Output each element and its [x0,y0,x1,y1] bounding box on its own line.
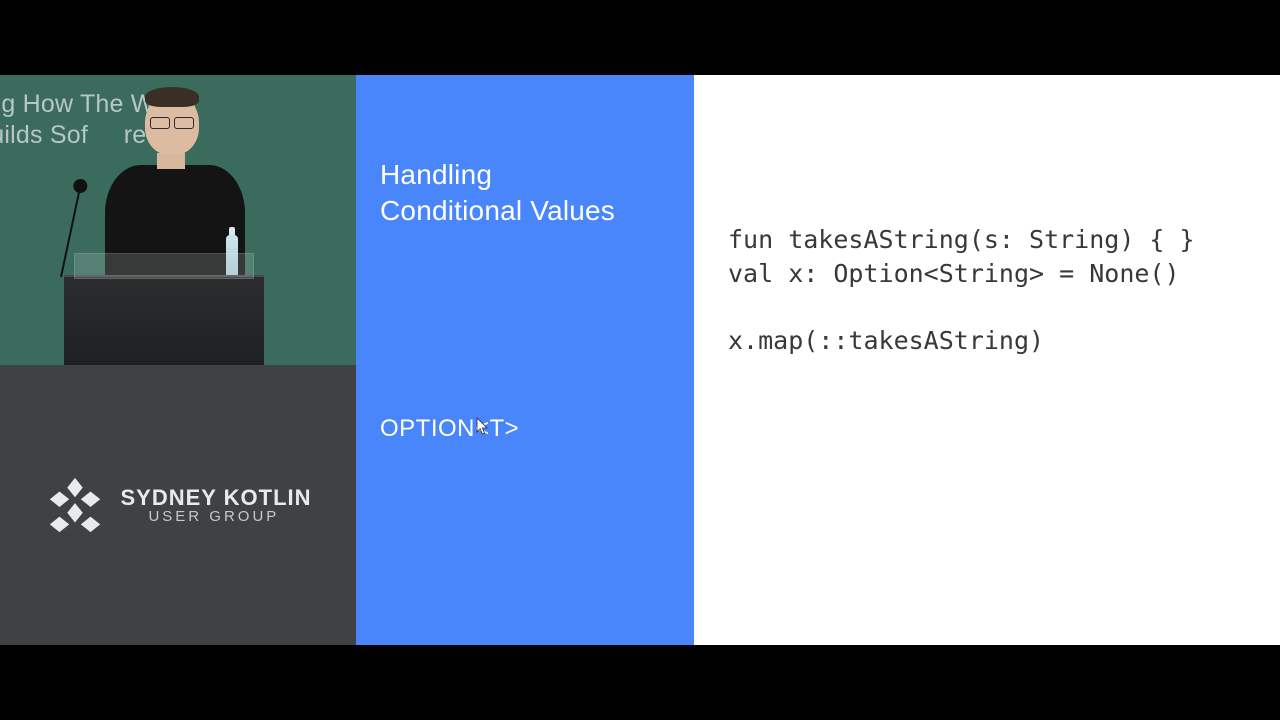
code-block: fun takesAString(s: String) { } val x: O… [728,223,1280,358]
podium [64,275,264,365]
speaker-hair [145,87,199,107]
code-line-2: val x: Option<String> = None() [728,259,1180,288]
logo-line2: USER GROUP [148,509,311,525]
logo-line1: SYDNEY KOTLIN [120,486,311,509]
slide-title-column: Handling Conditional Values OPTION<T> [356,75,694,645]
left-column: rming How The World Builds Sof re [0,75,356,645]
group-logo: SYDNEY KOTLIN USER GROUP [44,474,311,536]
slide-subheading: OPTION<T> [380,415,519,443]
logo-pane: SYDNEY KOTLIN USER GROUP [0,365,356,645]
glasses-icon [150,117,194,127]
slide-title-line1: Handling [380,159,492,190]
slide-title-line2: Conditional Values [380,195,615,226]
speaker-camera-pane: rming How The World Builds Sof re [0,75,356,365]
code-line-1: fun takesAString(s: String) { } [728,225,1195,254]
video-frame: rming How The World Builds Sof re [0,75,1280,645]
slide-title: Handling Conditional Values [380,157,668,229]
logo-text: SYDNEY KOTLIN USER GROUP [120,486,311,525]
logo-mark-icon [44,474,106,536]
slide-code-column: fun takesAString(s: String) { } val x: O… [694,75,1280,645]
speaker-neck [157,153,185,169]
code-line-3: x.map(::takesAString) [728,326,1044,355]
